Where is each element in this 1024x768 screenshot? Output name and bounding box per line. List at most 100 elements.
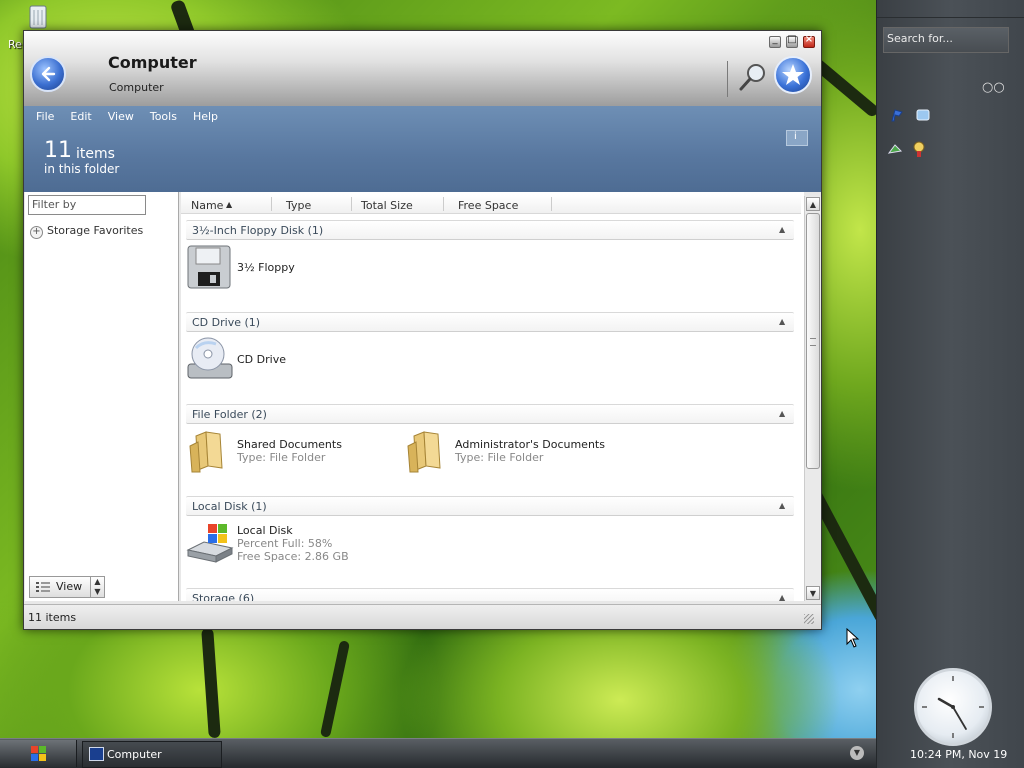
collapse-icon[interactable]: ▲	[779, 317, 785, 326]
minimize-button[interactable]: _	[769, 34, 781, 48]
item-free-space: Free Space: 2.86 GB	[237, 550, 349, 563]
floppy-icon	[187, 245, 231, 289]
sort-ascending-icon: ▲	[226, 200, 233, 209]
vertical-scrollbar[interactable]: ▲ ▼	[804, 196, 821, 601]
expand-icon: +	[30, 226, 43, 239]
collapse-icon[interactable]: ▲	[779, 501, 785, 510]
view-spinner-icon[interactable]: ▲ ▼	[90, 577, 104, 597]
status-text: 11 items	[28, 611, 77, 624]
storage-favorites-label: Storage Favorites	[47, 224, 144, 237]
tray-expand-icon[interactable]: ▼	[850, 746, 864, 760]
item-type: Type: File Folder	[455, 451, 544, 464]
menu-band: File Edit View Tools Help 11 items in th…	[24, 106, 821, 192]
gadget-icon[interactable]	[887, 141, 903, 157]
recycle-bin-icon[interactable]	[24, 2, 52, 30]
group-header-label: File Folder (2)	[192, 408, 267, 421]
search-icon[interactable]	[737, 61, 769, 93]
item-count-unit: items	[76, 146, 115, 162]
item-name: 3½ Floppy	[237, 261, 295, 274]
view-button-label: View	[56, 580, 83, 593]
menu-help[interactable]: Help	[193, 110, 218, 123]
collapse-icon[interactable]: ▲	[779, 593, 785, 601]
collapse-icon[interactable]: ▲	[779, 225, 785, 234]
clock-face-icon	[922, 676, 984, 738]
group-header-label: Storage (6)	[192, 592, 255, 601]
group-header[interactable]: Local Disk (1) ▲	[186, 496, 794, 516]
favorites-button[interactable]	[774, 56, 812, 94]
status-bar: 11 items	[24, 604, 821, 629]
column-type[interactable]: Type	[286, 199, 311, 212]
sidebar-divider	[877, 17, 1024, 18]
explorer-window: Computer Computer _ □ × File Edit View T…	[23, 30, 822, 630]
glasses-icon[interactable]: ○○	[982, 80, 1005, 95]
column-divider[interactable]	[271, 197, 272, 211]
maximize-button[interactable]: □	[786, 34, 798, 48]
folder-icon	[189, 431, 223, 473]
window-title: Computer	[108, 53, 197, 72]
storage-favorites[interactable]: + Storage Favorites	[30, 224, 143, 239]
taskbar: Computer ▼	[0, 738, 876, 768]
analog-clock[interactable]	[914, 668, 992, 746]
item-percent-full: Percent Full: 58%	[237, 537, 333, 550]
column-divider[interactable]	[443, 197, 444, 211]
title-bar: Computer Computer _ □ ×	[24, 31, 821, 106]
close-button[interactable]: ×	[803, 34, 815, 48]
item-type: Type: File Folder	[237, 451, 326, 464]
column-divider[interactable]	[351, 197, 352, 211]
back-arrow-icon	[41, 66, 56, 82]
start-button[interactable]	[0, 740, 77, 767]
group-header[interactable]: Storage (6) ▲	[186, 588, 794, 601]
item-name: Administrator's Documents	[455, 438, 605, 451]
menu-tools[interactable]: Tools	[150, 110, 177, 123]
list-item[interactable]: CD Drive	[186, 336, 386, 386]
folder-icon	[407, 431, 441, 473]
scroll-up-button[interactable]: ▲	[806, 197, 820, 211]
menu-view[interactable]: View	[108, 110, 134, 123]
column-total-size[interactable]: Total Size	[361, 199, 413, 212]
item-name: Local Disk	[237, 524, 293, 537]
group-header-label: Local Disk (1)	[192, 500, 267, 513]
info-button[interactable]: i	[786, 130, 808, 146]
group-storage: Storage (6) ▲	[186, 588, 794, 601]
group-header[interactable]: 3½-Inch Floppy Disk (1) ▲	[186, 220, 794, 240]
window-subtitle: Computer	[109, 81, 164, 94]
computer-icon	[89, 747, 104, 761]
item-count-number: 11	[44, 138, 72, 163]
column-name[interactable]: Name	[191, 199, 223, 212]
gadget-icon[interactable]	[889, 107, 905, 123]
navigation-pane: Filter by + Storage Favorites View ▲ ▼	[25, 192, 179, 601]
wallpaper-stem	[201, 627, 221, 739]
star-icon	[782, 64, 804, 85]
group-header[interactable]: CD Drive (1) ▲	[186, 312, 794, 332]
gadget-icon[interactable]	[915, 107, 931, 123]
view-list-icon	[36, 582, 50, 592]
item-name: CD Drive	[237, 353, 286, 366]
sidebar-search-input[interactable]: Search for...	[883, 27, 1009, 53]
view-button[interactable]: View ▲ ▼	[29, 576, 105, 598]
item-count-subtitle: in this folder	[44, 162, 120, 176]
taskbar-item-label: Computer	[107, 748, 162, 761]
scrollbar-thumb[interactable]	[806, 213, 820, 469]
menu-edit[interactable]: Edit	[70, 110, 91, 123]
list-item[interactable]: Local Disk Percent Full: 58% Free Space:…	[186, 520, 406, 570]
column-divider[interactable]	[551, 197, 552, 211]
filter-input[interactable]: Filter by	[28, 195, 146, 215]
back-button[interactable]	[30, 56, 66, 92]
resize-grip-icon[interactable]	[804, 614, 814, 624]
list-item[interactable]: Administrator's Documents Type: File Fol…	[404, 428, 664, 478]
collapse-icon[interactable]: ▲	[779, 409, 785, 418]
scroll-down-button[interactable]: ▼	[806, 586, 820, 600]
menu-file[interactable]: File	[36, 110, 54, 123]
column-free-space[interactable]: Free Space	[458, 199, 518, 212]
list-item[interactable]: 3½ Floppy	[186, 244, 386, 294]
wallpaper-stem	[319, 640, 351, 738]
gadget-icon[interactable]	[911, 141, 927, 157]
menu-bar: File Edit View Tools Help	[36, 110, 234, 123]
mouse-cursor-icon	[846, 628, 860, 648]
clock-time-text: 10:24 PM, Nov 19	[910, 748, 1008, 761]
group-header-label: 3½-Inch Floppy Disk (1)	[192, 224, 324, 237]
taskbar-item-computer[interactable]: Computer	[82, 741, 222, 768]
list-item[interactable]: Shared Documents Type: File Folder	[186, 428, 396, 478]
info-icon: i	[794, 131, 797, 142]
group-header[interactable]: File Folder (2) ▲	[186, 404, 794, 424]
